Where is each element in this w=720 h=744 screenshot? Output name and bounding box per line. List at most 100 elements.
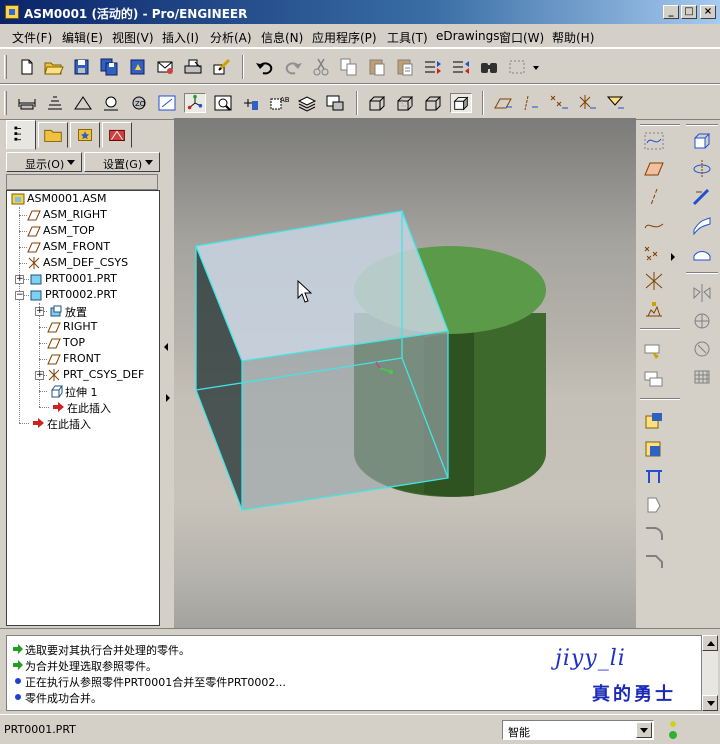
draft-tool-icon[interactable] <box>642 494 666 516</box>
tab-folder-browser[interactable] <box>38 122 68 148</box>
boundary-blend-icon[interactable] <box>690 242 714 264</box>
datum-axes-toggle-icon[interactable] <box>184 93 206 113</box>
menu-window[interactable]: 窗口(W) <box>499 29 544 46</box>
round-tool-icon[interactable] <box>642 522 666 544</box>
mirror-tool-icon[interactable] <box>690 282 714 304</box>
collapse-left-icon[interactable] <box>164 343 168 351</box>
datum-point-tool-icon[interactable] <box>642 242 666 264</box>
menu-tools[interactable]: 工具(T) <box>387 29 428 46</box>
datum-axis-tool-icon[interactable] <box>642 186 666 208</box>
menu-analysis[interactable]: 分析(A) <box>210 29 252 46</box>
collapse-prt0002-toggle[interactable]: − <box>15 291 24 300</box>
expand-right-icon[interactable] <box>166 394 170 402</box>
no-hidden-icon[interactable] <box>422 93 444 113</box>
expand-extrude-toggle[interactable]: + <box>35 371 44 380</box>
datum-points-icon[interactable] <box>548 93 570 113</box>
component-place-icon[interactable] <box>642 340 666 362</box>
datum-planes-toggle-icon[interactable] <box>492 93 514 113</box>
coord-systems-icon[interactable] <box>576 93 598 113</box>
show-dropdown-button[interactable]: 显示(O) <box>6 152 82 172</box>
saved-views-icon[interactable] <box>240 93 262 113</box>
repaint-icon[interactable] <box>16 93 38 113</box>
trim-tool-icon[interactable] <box>690 338 714 360</box>
menu-applications[interactable]: 应用程序(P) <box>312 29 377 46</box>
toolbar-grip[interactable] <box>4 55 7 79</box>
zoom-window-icon[interactable] <box>212 93 234 113</box>
datum-curve-tool-icon[interactable] <box>642 214 666 236</box>
pattern-tool-icon[interactable] <box>690 366 714 388</box>
menu-file[interactable]: 文件(F) <box>12 29 52 46</box>
redo-icon[interactable] <box>282 57 304 77</box>
spin-center-icon[interactable] <box>44 93 66 113</box>
hole-tool-icon[interactable] <box>642 410 666 432</box>
zoom-out-icon[interactable]: ZO <box>128 93 150 113</box>
menu-help[interactable]: 帮助(H) <box>552 29 594 46</box>
selection-filter-dropdown[interactable]: 智能 <box>502 720 654 740</box>
merge-tool-icon[interactable] <box>690 310 714 332</box>
panel-splitter[interactable] <box>162 118 172 628</box>
new-file-icon[interactable] <box>16 57 38 77</box>
wireframe-icon[interactable] <box>366 93 388 113</box>
sweep-tool-icon[interactable] <box>690 186 714 208</box>
paste-special-icon[interactable] <box>394 57 416 77</box>
tab-connections[interactable] <box>102 122 132 148</box>
expand-placement-toggle[interactable]: + <box>35 307 44 316</box>
paste-icon[interactable] <box>366 57 388 77</box>
toolbar-grip[interactable] <box>4 91 7 115</box>
save-copy-icon[interactable] <box>98 57 120 77</box>
maximize-button[interactable]: □ <box>681 5 697 19</box>
cut-icon[interactable] <box>310 57 332 77</box>
view-manager-icon[interactable]: AB <box>268 93 290 113</box>
open-folder-icon[interactable] <box>42 57 64 77</box>
revolve-tool-icon[interactable] <box>690 158 714 180</box>
menu-view[interactable]: 视图(V) <box>112 29 154 46</box>
zoom-in-icon[interactable] <box>100 93 122 113</box>
expand-prt0001-toggle[interactable]: + <box>15 275 24 284</box>
tab-model-tree[interactable] <box>6 120 36 150</box>
chevron-down-icon[interactable] <box>636 722 652 738</box>
orient-mode-icon[interactable] <box>72 93 94 113</box>
scroll-up-button[interactable] <box>702 635 718 651</box>
hidden-line-icon[interactable] <box>394 93 416 113</box>
menu-insert[interactable]: 插入(I) <box>162 29 199 46</box>
undo-icon[interactable] <box>254 57 276 77</box>
tab-favorites[interactable] <box>70 122 100 148</box>
model-scene[interactable] <box>174 118 636 628</box>
send-mail-icon[interactable] <box>154 57 176 77</box>
print-icon[interactable] <box>182 57 204 77</box>
minimize-button[interactable]: _ <box>663 5 679 19</box>
shading-icon[interactable] <box>450 93 472 113</box>
copy-icon[interactable] <box>338 57 360 77</box>
tree-header[interactable] <box>6 174 158 190</box>
csys-tool-icon[interactable] <box>642 270 666 292</box>
annotations-icon[interactable] <box>604 93 626 113</box>
close-button[interactable]: × <box>700 5 716 19</box>
menu-edit[interactable]: 编辑(E) <box>62 29 103 46</box>
blend-tool-icon[interactable] <box>690 214 714 236</box>
analysis-feature-icon[interactable] <box>642 298 666 320</box>
layers-icon[interactable] <box>296 93 318 113</box>
datum-plane-tool-icon[interactable] <box>642 158 666 180</box>
block-part[interactable] <box>195 210 449 511</box>
regenerate-icon[interactable] <box>210 57 232 77</box>
find-icon[interactable] <box>478 57 500 77</box>
backup-icon[interactable] <box>126 57 148 77</box>
shell-tool-icon[interactable] <box>642 438 666 460</box>
save-icon[interactable] <box>70 57 92 77</box>
point-flyout-icon[interactable] <box>668 246 678 268</box>
sketch-datum-curve-icon[interactable] <box>642 130 666 152</box>
redefine-icon[interactable] <box>422 57 444 77</box>
rib-tool-icon[interactable] <box>642 466 666 488</box>
chamfer-tool-icon[interactable] <box>642 550 666 572</box>
component-create-icon[interactable] <box>642 368 666 390</box>
appearance-icon[interactable] <box>324 93 346 113</box>
reroute-icon[interactable] <box>450 57 472 77</box>
message-scrollbar[interactable] <box>702 635 718 711</box>
settings-dropdown-button[interactable]: 设置(G) <box>84 152 160 172</box>
scroll-down-button[interactable] <box>702 695 718 711</box>
extrude-tool-icon[interactable] <box>690 130 714 152</box>
graphics-window[interactable] <box>174 118 636 628</box>
refit-icon[interactable] <box>156 93 178 113</box>
menu-edrawings[interactable]: eDrawings <box>436 29 500 43</box>
select-box-icon[interactable] <box>506 57 528 77</box>
